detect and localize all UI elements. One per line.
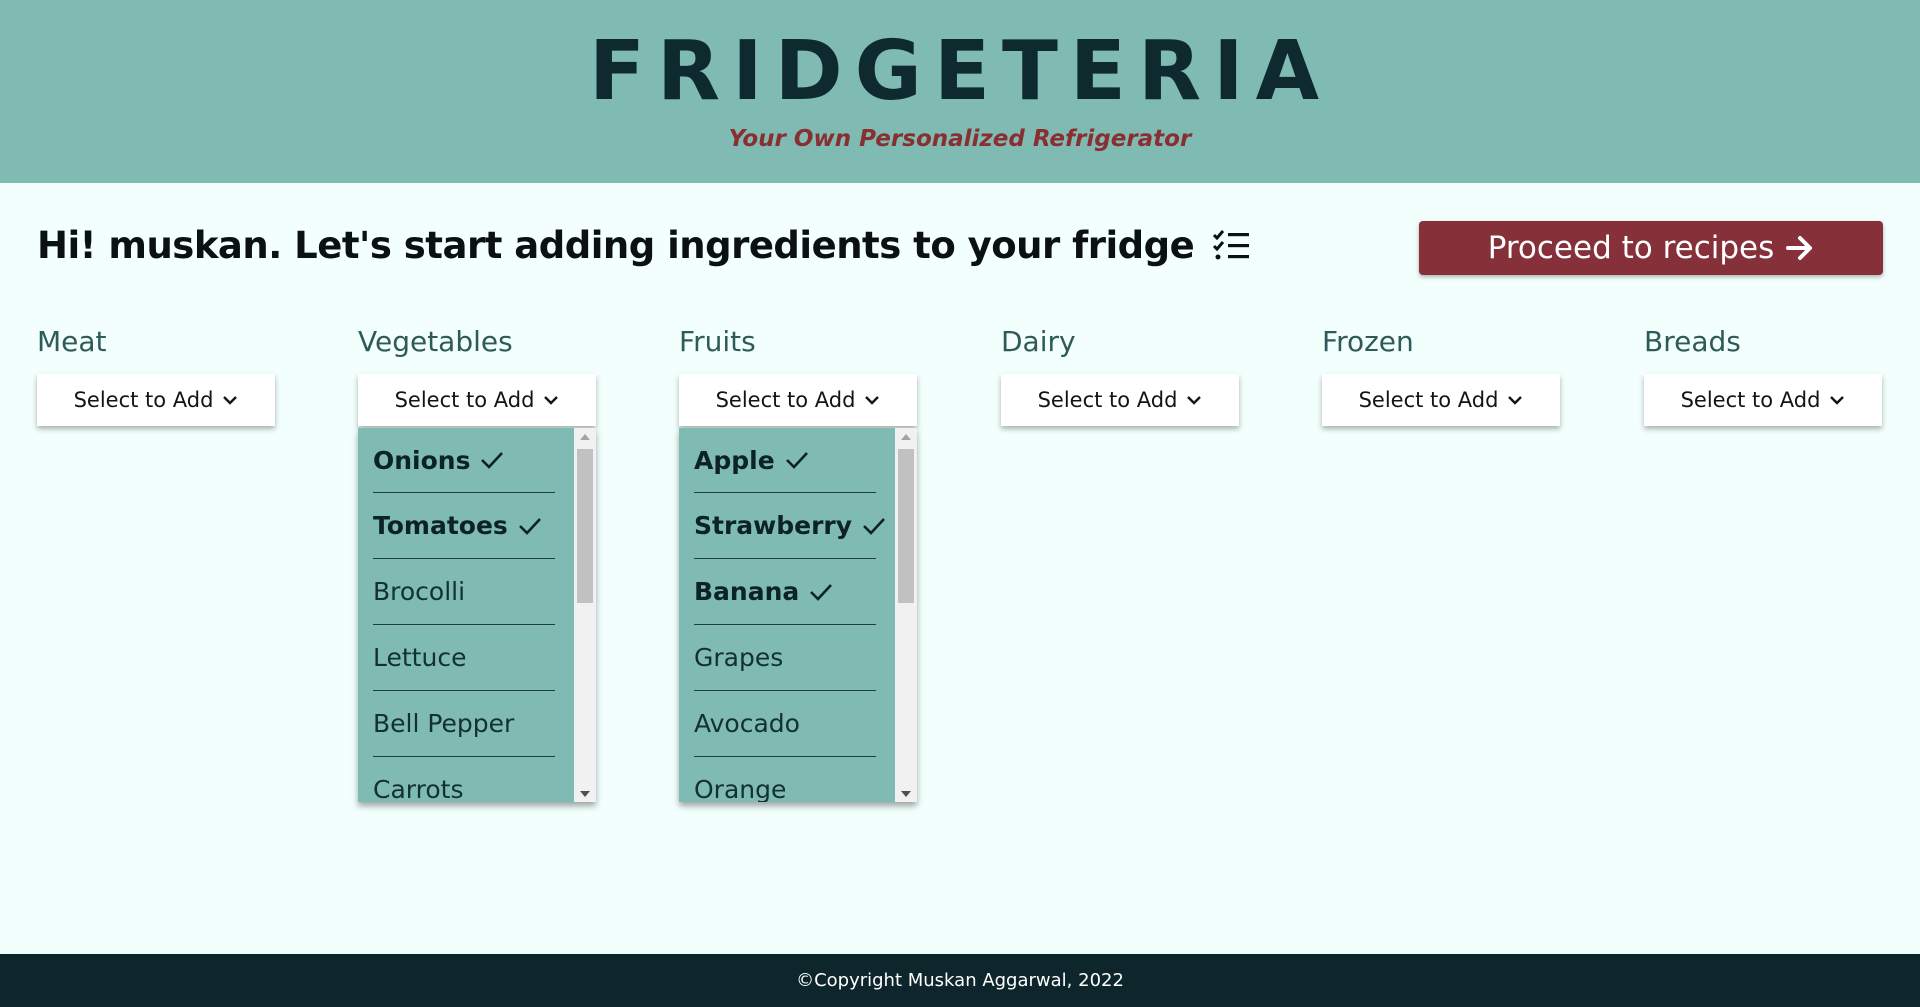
chevron-down-icon	[543, 394, 559, 406]
scroll-up-arrow-icon[interactable]	[895, 428, 917, 444]
checkmark-icon	[862, 516, 886, 536]
category-dairy: Dairy Select to Add	[1001, 322, 1241, 426]
proceed-to-recipes-button[interactable]: Proceed to recipes	[1419, 221, 1883, 275]
ingredient-option[interactable]: Orange	[694, 757, 876, 802]
ingredient-option[interactable]: Brocolli	[373, 559, 555, 625]
ingredient-label: Carrots	[373, 775, 464, 802]
greeting-heading: Hi! muskan. Let's start adding ingredien…	[37, 224, 1250, 267]
scroll-up-arrow-icon[interactable]	[574, 428, 596, 444]
ingredient-option[interactable]: Bell Pepper	[373, 691, 555, 757]
checkmark-icon	[480, 450, 504, 470]
select-button-label: Select to Add	[394, 388, 535, 412]
chevron-down-icon	[222, 394, 238, 406]
category-label: Meat	[37, 325, 107, 358]
select-to-add-button[interactable]: Select to Add	[1001, 374, 1239, 426]
dropdown-scrollbar[interactable]	[895, 428, 917, 802]
chevron-down-icon	[1507, 394, 1523, 406]
checkmark-icon	[518, 516, 542, 536]
chevron-down-icon	[864, 394, 880, 406]
ingredient-label: Brocolli	[373, 577, 466, 606]
brand-tagline: Your Own Personalized Refrigerator	[728, 126, 1192, 152]
site-header: FRIDGETERIA Your Own Personalized Refrig…	[0, 0, 1920, 183]
select-to-add-button[interactable]: Select to Add	[37, 374, 275, 426]
category-fruits: Fruits Select to Add Apple Strawberry Banana…	[679, 322, 919, 802]
brand-title: FRIDGETERIA	[588, 24, 1332, 119]
scroll-down-arrow-icon[interactable]	[895, 786, 917, 802]
ingredient-label: Avocado	[694, 709, 800, 738]
checkmark-icon	[785, 450, 809, 470]
category-label: Breads	[1644, 325, 1741, 358]
ingredient-option[interactable]: Avocado	[694, 691, 876, 757]
ingredient-label: Orange	[694, 775, 787, 802]
category-label: Dairy	[1001, 325, 1076, 358]
ingredient-option[interactable]: Carrots	[373, 757, 555, 802]
proceed-button-label: Proceed to recipes	[1487, 230, 1775, 266]
scrollbar-thumb[interactable]	[898, 449, 914, 603]
category-label: Vegetables	[358, 325, 513, 358]
select-button-label: Select to Add	[73, 388, 214, 412]
ingredient-label: Lettuce	[373, 643, 467, 672]
category-breads: Breads Select to Add	[1644, 322, 1884, 426]
category-frozen: Frozen Select to Add	[1322, 322, 1562, 426]
ingredient-dropdown[interactable]: Onions Tomatoes Brocolli Lettuce Bell Pepper…	[358, 428, 596, 802]
ingredient-label: Onions	[373, 445, 471, 475]
select-button-label: Select to Add	[1037, 388, 1178, 412]
select-to-add-button[interactable]: Select to Add	[1322, 374, 1560, 426]
select-to-add-button[interactable]: Select to Add	[358, 374, 596, 426]
scrollbar-thumb[interactable]	[577, 449, 593, 603]
ingredient-option[interactable]: Apple	[694, 428, 876, 493]
ingredient-label: Bell Pepper	[373, 709, 515, 738]
select-to-add-button[interactable]: Select to Add	[679, 374, 917, 426]
ingredient-dropdown[interactable]: Apple Strawberry Banana Grapes Avocado Orange	[679, 428, 917, 802]
ingredient-label: Apple	[694, 445, 775, 475]
select-button-label: Select to Add	[715, 388, 856, 412]
scroll-down-arrow-icon[interactable]	[574, 786, 596, 802]
ingredient-label: Strawberry	[694, 511, 853, 540]
ingredient-option[interactable]: Grapes	[694, 625, 876, 691]
dropdown-scrollbar[interactable]	[574, 428, 596, 802]
ingredient-label: Grapes	[694, 643, 784, 672]
checklist-icon	[1212, 229, 1250, 262]
ingredient-list: Apple Strawberry Banana Grapes Avocado Orange	[694, 428, 886, 802]
site-footer: ©Copyright Muskan Aggarwal, 2022	[0, 954, 1920, 1007]
ingredient-option[interactable]: Lettuce	[373, 625, 555, 691]
ingredient-label: Tomatoes	[373, 511, 508, 540]
category-label: Frozen	[1322, 325, 1414, 358]
select-button-label: Select to Add	[1358, 388, 1499, 412]
chevron-down-icon	[1829, 394, 1845, 406]
arrow-right-icon	[1786, 235, 1814, 261]
ingredient-option[interactable]: Strawberry	[694, 493, 886, 559]
select-button-label: Select to Add	[1680, 388, 1821, 412]
ingredient-label: Banana	[694, 577, 800, 606]
greeting-text: Hi! muskan. Let's start adding ingredien…	[37, 224, 1195, 267]
category-meat: Meat Select to Add	[37, 322, 277, 426]
ingredient-option[interactable]: Onions	[373, 428, 555, 493]
checkmark-icon	[809, 582, 833, 602]
ingredient-option[interactable]: Banana	[694, 559, 876, 625]
ingredient-option[interactable]: Tomatoes	[373, 493, 555, 559]
select-to-add-button[interactable]: Select to Add	[1644, 374, 1882, 426]
copyright-text: ©Copyright Muskan Aggarwal, 2022	[796, 970, 1124, 991]
chevron-down-icon	[1186, 394, 1202, 406]
category-vegetables: Vegetables Select to Add Onions Tomatoes Bro…	[358, 322, 598, 802]
ingredient-list: Onions Tomatoes Brocolli Lettuce Bell Pepper…	[373, 428, 555, 802]
category-label: Fruits	[679, 325, 756, 358]
